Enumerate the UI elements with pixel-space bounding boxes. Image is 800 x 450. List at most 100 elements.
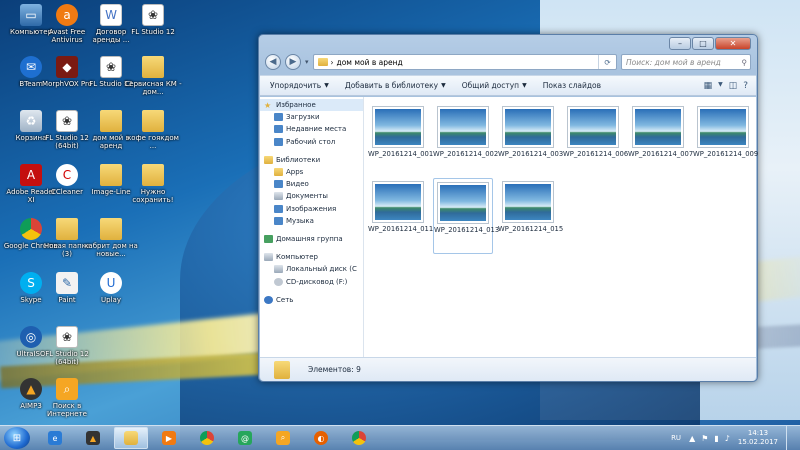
mail-icon: @ bbox=[238, 431, 252, 445]
nav-item-local-disk[interactable]: Локальный диск (C bbox=[260, 263, 363, 275]
document-icon: W bbox=[100, 4, 122, 26]
search-icon: ⚲ bbox=[741, 57, 748, 67]
file-item[interactable]: WP_20161214_013 bbox=[433, 178, 499, 254]
desktop-icon-fl-studio[interactable]: ❀ FL Studio 12 bbox=[124, 4, 182, 36]
media-player-icon: ▶ bbox=[162, 431, 176, 445]
start-button[interactable]: ⊞ bbox=[4, 427, 30, 449]
view-controls: ▦ ▼ ◫ ? bbox=[704, 81, 756, 91]
clock[interactable]: 14:13 15.02.2017 bbox=[738, 429, 778, 447]
network-icon[interactable]: ▮ bbox=[714, 434, 718, 443]
nav-item-music[interactable]: Музыка bbox=[260, 215, 363, 227]
fl-studio-icon: ❀ bbox=[56, 110, 78, 132]
nav-item-libraries[interactable]: Библиотеки bbox=[260, 154, 363, 166]
paint-icon: ✎ bbox=[56, 272, 78, 294]
explorer-window[interactable]: – □ ✕ ◀ ▶ ▾ › дом мой в аренд ⟳ Поиск: д… bbox=[258, 34, 758, 382]
nav-item-cd-drive[interactable]: CD-дисковод (F:) bbox=[260, 275, 363, 287]
folder-icon bbox=[274, 360, 290, 379]
uplay-icon: U bbox=[100, 272, 122, 294]
tray-icons: ▲ ⚑ ▮ ♪ bbox=[689, 434, 730, 443]
desktop-icon-save-folder[interactable]: Нужно сохранить! bbox=[124, 164, 182, 204]
file-item[interactable]: WP_20161214_003 bbox=[498, 103, 563, 179]
nav-item-recent[interactable]: Недавние места bbox=[260, 123, 363, 135]
language-indicator[interactable]: RU bbox=[671, 434, 681, 442]
preview-pane-icon[interactable]: ◫ bbox=[729, 81, 738, 91]
add-to-library-menu[interactable]: Добавить в библиотеку ▼ bbox=[345, 81, 446, 90]
image-thumbnail bbox=[372, 181, 424, 223]
desktop-icon-web-search[interactable]: ⌕ Поиск в Интернете bbox=[38, 378, 96, 418]
desktop-icon-fl-studio-64[interactable]: ❀ FL Studio 12 (64bit) bbox=[38, 326, 96, 366]
file-item[interactable]: WP_20161214_007 bbox=[628, 103, 693, 179]
refresh-button[interactable]: ⟳ bbox=[598, 55, 616, 69]
flag-icon[interactable]: ⚑ bbox=[701, 434, 708, 443]
desktop-icon-folder-kabrit[interactable]: кабрит дом на новые... bbox=[82, 218, 140, 258]
music-icon bbox=[274, 216, 283, 225]
desktop-icon-uplay[interactable]: U Uplay bbox=[82, 272, 140, 304]
nav-item-video[interactable]: Видео bbox=[260, 178, 363, 190]
homegroup-icon bbox=[264, 234, 273, 243]
computer-icon bbox=[264, 253, 273, 262]
item-count: Элементов: 9 bbox=[308, 365, 361, 374]
nav-item-favorites[interactable]: ★ Избранное bbox=[260, 99, 363, 112]
nav-item-images[interactable]: Изображения bbox=[260, 203, 363, 215]
desktop-icon bbox=[274, 137, 283, 146]
close-button[interactable]: ✕ bbox=[715, 37, 751, 50]
folder-icon bbox=[142, 164, 164, 186]
navigation-pane[interactable]: ★ Избранное Загрузки Недавние места Рабо… bbox=[260, 97, 364, 357]
search-input[interactable]: Поиск: дом мой в аренд ⚲ bbox=[621, 54, 751, 70]
nav-item-computer[interactable]: Компьютер bbox=[260, 251, 363, 263]
file-item[interactable]: WP_20161214_009 bbox=[693, 103, 758, 179]
image-thumbnail bbox=[437, 106, 489, 148]
chrome-icon bbox=[352, 431, 366, 445]
image-thumbnail bbox=[697, 106, 749, 148]
desktop-icon-coffee-folder[interactable]: кофе гоякдом ... bbox=[124, 110, 182, 150]
desktop-icon-service-folder[interactable]: Сервисная КМ - дом... bbox=[124, 56, 182, 96]
avast-icon: a bbox=[56, 4, 78, 26]
folder-icon bbox=[100, 110, 122, 132]
slideshow-button[interactable]: Показ слайдов bbox=[543, 81, 601, 90]
file-item[interactable]: WP_20161214_015 bbox=[498, 178, 563, 254]
address-bar[interactable]: › дом мой в аренд ⟳ bbox=[312, 54, 617, 70]
taskbar-ie[interactable]: e bbox=[38, 427, 72, 449]
show-hidden-icons-icon[interactable]: ▲ bbox=[689, 434, 695, 443]
show-desktop-button[interactable] bbox=[786, 426, 794, 450]
volume-icon[interactable]: ♪ bbox=[725, 434, 730, 443]
file-item[interactable]: WP_20161214_006 bbox=[563, 103, 628, 179]
file-list[interactable]: WP_20161214_001 WP_20161214_002 WP_20161… bbox=[364, 97, 758, 357]
file-item[interactable]: WP_20161214_011 bbox=[368, 178, 433, 254]
morphvox-icon: ◆ bbox=[56, 56, 78, 78]
minimize-button[interactable]: – bbox=[669, 37, 691, 50]
organize-menu[interactable]: Упорядочить ▼ bbox=[270, 81, 329, 90]
nav-item-documents[interactable]: Документы bbox=[260, 190, 363, 202]
taskbar-firefox[interactable]: ◐ bbox=[304, 427, 338, 449]
nav-item-downloads[interactable]: Загрузки bbox=[260, 111, 363, 123]
taskbar-explorer[interactable] bbox=[114, 427, 148, 449]
nav-item-apps[interactable]: Apps bbox=[260, 166, 363, 178]
taskbar-aimp[interactable]: ▲ bbox=[76, 427, 110, 449]
maximize-button[interactable]: □ bbox=[692, 37, 714, 50]
recent-pages-dropdown[interactable]: ▾ bbox=[305, 58, 309, 66]
nav-item-network[interactable]: Сеть bbox=[260, 294, 363, 306]
hard-drive-icon bbox=[274, 265, 283, 274]
file-item[interactable]: WP_20161214_001 bbox=[368, 103, 433, 179]
back-button[interactable]: ◀ bbox=[265, 54, 281, 70]
nav-item-desktop[interactable]: Рабочий стол bbox=[260, 136, 363, 148]
taskbar-chrome[interactable] bbox=[190, 427, 224, 449]
folder-icon bbox=[317, 58, 328, 66]
taskbar-search[interactable]: ⌕ bbox=[266, 427, 300, 449]
taskbar-chrome[interactable] bbox=[342, 427, 376, 449]
address-chevron-icon[interactable]: › bbox=[331, 58, 334, 67]
share-menu[interactable]: Общий доступ ▼ bbox=[462, 81, 527, 90]
image-thumbnail bbox=[437, 182, 489, 224]
file-item[interactable]: WP_20161214_002 bbox=[433, 103, 498, 179]
chrome-icon bbox=[200, 431, 214, 445]
forward-button[interactable]: ▶ bbox=[285, 54, 301, 70]
chevron-down-icon[interactable]: ▼ bbox=[718, 81, 723, 91]
taskbar-mail[interactable]: @ bbox=[228, 427, 262, 449]
nav-item-homegroup[interactable]: Домашняя группа bbox=[260, 233, 363, 245]
taskbar-media-player[interactable]: ▶ bbox=[152, 427, 186, 449]
address-path[interactable]: дом мой в аренд bbox=[337, 58, 403, 67]
network-icon bbox=[264, 295, 273, 304]
help-icon[interactable]: ? bbox=[743, 81, 748, 91]
folder-icon bbox=[142, 110, 164, 132]
change-view-icon[interactable]: ▦ bbox=[704, 81, 713, 91]
